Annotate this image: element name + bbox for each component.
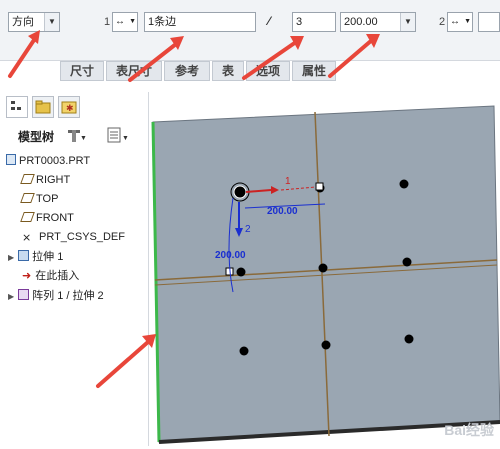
- pattern-instance[interactable]: [402, 257, 412, 267]
- pattern-instance[interactable]: [399, 179, 409, 189]
- direction2-swap-button[interactable]: ↔ ▼: [447, 12, 473, 32]
- tab-table[interactable]: 表: [212, 61, 244, 81]
- pattern-instance[interactable]: [321, 340, 331, 350]
- datum-plane-icon: [20, 212, 35, 222]
- tree-icon: [11, 101, 21, 110]
- tree-item-label: TOP: [36, 193, 59, 205]
- direction-dropdown-value: 方向: [12, 16, 34, 28]
- direction2-dim-value[interactable]: 200.00: [215, 250, 246, 261]
- direction1-spacing-value: 200.00: [344, 16, 378, 28]
- model-tree-label: 模型树: [18, 130, 55, 144]
- show-menu-icon[interactable]: ▼: [106, 126, 130, 144]
- tree-item-label: FRONT: [36, 212, 74, 224]
- direction1-reference-value: 1条边: [148, 16, 177, 28]
- pattern-instance[interactable]: [404, 334, 414, 344]
- tab-table-dimensions[interactable]: 表尺寸: [106, 61, 162, 81]
- svg-text:▼: ▼: [122, 135, 129, 142]
- direction2-dim-label: 2: [245, 224, 251, 235]
- datum-plane-icon: [20, 174, 35, 184]
- tree-item-pattern-1[interactable]: ▶ 阵列 1 / 拉伸 2: [8, 287, 104, 305]
- direction-dropdown[interactable]: 方向 ▼: [8, 12, 60, 32]
- part-icon: [6, 154, 16, 165]
- tree-item-extrude-1[interactable]: ▶ 拉伸 1: [8, 248, 63, 266]
- direction1-count-value: 3: [296, 16, 303, 28]
- watermark: Bai经验: [444, 422, 494, 438]
- chevron-down-icon: ▼: [44, 13, 59, 31]
- chevron-down-icon: ▼: [400, 13, 415, 31]
- pattern-instance[interactable]: [236, 267, 246, 277]
- direction2-index: 2: [439, 16, 446, 28]
- tab-options[interactable]: 选项: [246, 61, 290, 81]
- folder-browser-tab[interactable]: [32, 96, 54, 118]
- model-view: 1 200.00 2 200.00: [151, 105, 500, 444]
- tree-item-right-plane[interactable]: RIGHT: [20, 171, 71, 189]
- tree-item-label: PRT_CSYS_DEF: [39, 231, 125, 243]
- pattern-dashboard: 方向 ▼ 1 ↔ ▼ 1条边 ⁄ 3 200.00 ▼ 2 ↔ ▼: [0, 0, 500, 61]
- tree-root-part[interactable]: PRT0003.PRT: [6, 152, 90, 170]
- model-tree-tab[interactable]: [6, 96, 28, 118]
- favorites-tab[interactable]: ✱: [58, 96, 80, 118]
- direction1-count-field[interactable]: 3: [292, 12, 336, 32]
- svg-text:▼: ▼: [80, 135, 86, 142]
- expand-arrow-icon[interactable]: ▶: [8, 253, 14, 262]
- tree-item-label: RIGHT: [36, 174, 71, 186]
- coordinate-system-icon: ⨯: [22, 232, 32, 244]
- star-folder-icon: ✱: [61, 101, 77, 114]
- pattern-icon: [18, 289, 30, 300]
- tree-item-label: 拉伸 1: [32, 251, 64, 263]
- extrude-icon: [18, 250, 30, 261]
- tab-dimensions[interactable]: 尺寸: [60, 61, 104, 81]
- pattern-instance[interactable]: [318, 263, 328, 273]
- tree-item-front-plane[interactable]: FRONT: [20, 209, 74, 227]
- direction2-reference-field[interactable]: [478, 12, 500, 32]
- direction1-dim-value[interactable]: 200.00: [267, 206, 298, 217]
- settings-icon[interactable]: ▼: [64, 126, 87, 144]
- tab-properties[interactable]: 属性: [292, 61, 336, 81]
- direction1-swap-button[interactable]: ↔ ▼: [112, 12, 138, 32]
- tree-item-label: 阵列 1 / 拉伸 2: [32, 290, 104, 302]
- direction1-reference-field[interactable]: 1条边: [144, 12, 256, 32]
- pattern-instance[interactable]: [239, 346, 249, 356]
- model-tree-panel: ✱ 模型树 ▼ ▼ PRT0003.PRT RIGHT TOP FRONT ⨯ P…: [0, 92, 149, 446]
- pattern-leader-point[interactable]: [233, 185, 247, 199]
- tree-item-top-plane[interactable]: TOP: [20, 190, 59, 208]
- datum-plane-icon: [20, 193, 35, 203]
- direction1-dim-label: 1: [285, 176, 291, 187]
- tree-item-insert-here[interactable]: ➜ 在此插入: [22, 267, 79, 285]
- folder-icon: [35, 100, 51, 114]
- instance-marker[interactable]: [315, 182, 324, 191]
- tree-item-label: 在此插入: [35, 270, 80, 282]
- direction1-index: 1: [104, 16, 111, 28]
- tab-references[interactable]: 参考: [164, 61, 210, 81]
- tree-item-csys[interactable]: ⨯ PRT_CSYS_DEF: [22, 228, 125, 246]
- graphics-viewport[interactable]: 1 200.00 2 200.00 Bai经验: [149, 92, 500, 446]
- direction1-spacing-field[interactable]: 200.00 ▼: [340, 12, 416, 32]
- svg-text:✱: ✱: [66, 103, 74, 113]
- expand-arrow-icon[interactable]: ▶: [8, 292, 14, 301]
- flip-direction-icon[interactable]: ⁄: [268, 14, 270, 28]
- tree-root-label: PRT0003.PRT: [19, 155, 91, 167]
- insert-arrow-icon: ➜: [22, 270, 32, 282]
